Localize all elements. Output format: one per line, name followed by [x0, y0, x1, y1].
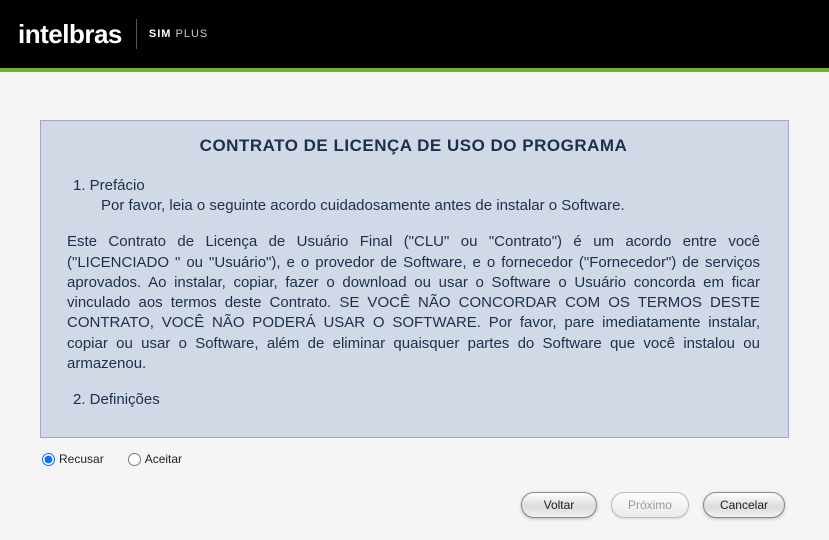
product-sim: SIM: [149, 28, 172, 40]
radio-refuse-label: Recusar: [59, 452, 104, 466]
radio-refuse[interactable]: Recusar: [42, 452, 104, 466]
license-title: CONTRATO DE LICENÇA DE USO DO PROGRAMA: [67, 135, 760, 158]
license-body-paragraph: Este Contrato de Licença de Usuário Fina…: [67, 232, 760, 374]
radio-accept[interactable]: Aceitar: [128, 452, 182, 466]
back-button[interactable]: Voltar: [521, 492, 597, 518]
brand-block: intelbras SIM PLUS: [18, 19, 208, 50]
product-name: SIM PLUS: [149, 28, 208, 40]
license-preface-heading: 1. Prefácio: [67, 176, 760, 196]
app-header: intelbras SIM PLUS: [0, 0, 829, 72]
next-button[interactable]: Próximo: [611, 492, 689, 518]
cancel-button[interactable]: Cancelar: [703, 492, 785, 518]
brand-logo: intelbras: [18, 19, 122, 50]
license-definitions-heading: 2. Definições: [67, 390, 760, 410]
header-separator: [136, 19, 137, 49]
radio-accept-label: Aceitar: [145, 452, 182, 466]
installer-body: CONTRATO DE LICENÇA DE USO DO PROGRAMA 1…: [0, 72, 829, 518]
product-plus: PLUS: [176, 28, 209, 40]
radio-refuse-input[interactable]: [42, 453, 55, 466]
license-text-area[interactable]: CONTRATO DE LICENÇA DE USO DO PROGRAMA 1…: [40, 120, 789, 438]
wizard-buttons: Voltar Próximo Cancelar: [40, 492, 789, 518]
license-preface-text: Por favor, leia o seguinte acordo cuidad…: [67, 196, 760, 216]
radio-accept-input[interactable]: [128, 453, 141, 466]
accept-radio-group: Recusar Aceitar: [40, 452, 789, 466]
